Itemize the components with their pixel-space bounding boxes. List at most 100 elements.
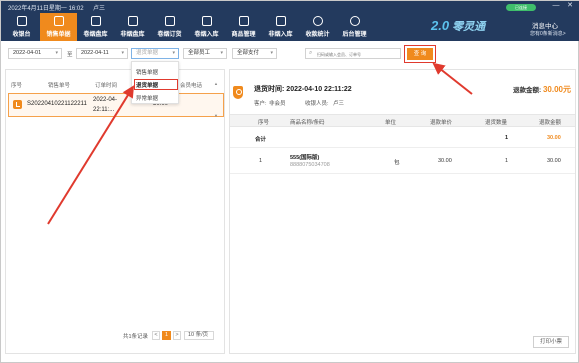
nav-item-payment-stats[interactable]: 收款统计 [299, 13, 336, 41]
current-user-label: 卢三 [93, 6, 106, 12]
top-bar: 2022年4月11日星期一 16:02 卢三 已连接 — ✕ 收银台 销售单据 … [1, 1, 579, 41]
column-header-unit-price: 退款单价 [430, 120, 453, 126]
page-size-select[interactable]: 10 条/页 [184, 331, 214, 340]
nav-item-label: 非烟盘库 [120, 32, 145, 38]
non-cigarette-stock-icon [127, 16, 138, 26]
nav-item-goods[interactable]: 商品管理 [225, 13, 262, 41]
print-receipt-button[interactable]: 打印小票 [533, 336, 569, 348]
product-barcode: 8888075034708 [290, 162, 330, 168]
chevron-down-icon: ▾ [220, 50, 223, 56]
return-order-icon [233, 86, 243, 99]
chevron-down-icon: ▾ [270, 50, 273, 56]
list-scrollbar[interactable]: ▲ ▼ [213, 81, 219, 119]
refund-amount: 退款金额: 30.00元 [513, 84, 571, 95]
annotation-highlight-box [404, 45, 436, 63]
product-name: 555(国际版) [290, 155, 320, 161]
cashier-value: 卢三 [333, 101, 345, 107]
search-box[interactable]: ⌕ [305, 48, 401, 59]
title-bar: 2022年4月11日星期一 16:02 卢三 已连接 — ✕ [1, 1, 579, 12]
minimize-button[interactable]: — [552, 2, 560, 10]
date-from-value: 2022-04-01 [13, 50, 42, 56]
annotation-highlight-box [134, 79, 178, 90]
pager-prev-button[interactable]: < [152, 331, 160, 340]
nav-item-label: 卷烟订货 [157, 32, 182, 38]
nav-item-label: 卷烟盘库 [83, 32, 108, 38]
app-window: 2022年4月11日星期一 16:02 卢三 已连接 — ✕ 收银台 销售单据 … [0, 0, 579, 363]
summary-qty: 1 [505, 135, 509, 141]
search-input[interactable] [317, 50, 399, 58]
row-index: 1 [259, 158, 263, 164]
divider [230, 147, 575, 148]
dropdown-option-abnormal[interactable]: 异常单据 [136, 94, 158, 102]
nav-item-label: 后台管理 [342, 32, 367, 38]
chevron-down-icon: ▾ [55, 50, 58, 56]
cash-register-icon [16, 16, 27, 26]
message-center-link[interactable]: 消息中心 [532, 20, 558, 30]
return-time-value: 2022-04-10 22:11:22 [286, 86, 352, 93]
doc-type-value: 退货单据 [136, 50, 159, 56]
main-nav: 收银台 销售单据 卷烟盘库 非烟盘库 卷烟订货 卷烟入库 商品管理 非烟入库 收… [3, 13, 373, 41]
pager-total: 共1条记录 [123, 334, 149, 340]
return-time-label: 退货时间: [254, 86, 285, 93]
nav-item-cigarette-inbound[interactable]: 卷烟入库 [188, 13, 225, 41]
column-header-order-time: 订单时间 [95, 83, 118, 89]
pager-next-button[interactable]: > [173, 331, 181, 340]
nav-item-cigarette-order[interactable]: 卷烟订货 [151, 13, 188, 41]
pie-chart-icon [312, 16, 323, 26]
product-unit: 包 [394, 160, 400, 166]
sales-doc-icon [53, 16, 64, 26]
column-header-index: 序号 [258, 120, 270, 126]
date-to-value: 2022-04-11 [81, 50, 109, 56]
order-number: S20220410221122211 [27, 101, 87, 107]
nav-item-cigarette-stock[interactable]: 卷烟盘库 [77, 13, 114, 41]
dropdown-option-sales[interactable]: 销售单据 [136, 68, 158, 76]
order-time: 2022-04- [93, 97, 118, 103]
nav-item-non-cigarette-stock[interactable]: 非烟盘库 [114, 13, 151, 41]
brand-logo: 2.0 零灵通 [431, 18, 485, 34]
nav-item-cashier[interactable]: 收银台 [3, 13, 40, 41]
network-status-badge: 已连接 [506, 4, 536, 11]
summary-amount: 30.00 [547, 135, 561, 141]
datetime-label: 2022年4月11日星期一 16:02 [8, 6, 84, 12]
customer-value: 非会员 [269, 101, 286, 107]
cigarette-inbound-icon [201, 16, 212, 26]
column-header-index: 序号 [11, 83, 23, 89]
cigarette-order-icon [164, 16, 175, 26]
payment-select[interactable]: 全部支付 ▾ [232, 48, 277, 59]
product-price: 30.00 [438, 158, 452, 164]
column-header-member-phone: 会员电话 [180, 83, 203, 89]
goods-icon [238, 16, 249, 26]
product-amount: 30.00 [547, 158, 561, 164]
nav-item-sales-docs[interactable]: 销售单据 [40, 13, 77, 41]
doc-type-select[interactable]: 退货单据 ▾ [131, 48, 179, 59]
chevron-down-icon: ▾ [121, 50, 124, 56]
divider [230, 173, 575, 174]
staff-select[interactable]: 全部员工 ▾ [183, 48, 227, 59]
date-from-field[interactable]: 2022-04-01 ▾ [8, 48, 62, 59]
nav-item-label: 收款统计 [305, 32, 330, 38]
cigarette-stock-icon [90, 16, 101, 26]
close-button[interactable]: ✕ [566, 2, 574, 10]
pager-current-page[interactable]: 1 [162, 331, 171, 340]
nav-item-label: 卷烟入库 [194, 32, 219, 38]
gear-icon [349, 16, 360, 26]
scroll-up-icon[interactable]: ▲ [213, 81, 219, 86]
order-detail-panel [229, 69, 576, 354]
scroll-down-icon[interactable]: ▼ [213, 113, 219, 118]
refund-amount-label: 退款金额: [513, 87, 542, 94]
payment-value: 全部支付 [237, 50, 260, 56]
column-header-return-qty: 退货数量 [485, 120, 508, 126]
nav-item-non-cigarette-inbound[interactable]: 非烟入库 [262, 13, 299, 41]
new-messages-link[interactable]: 您有0条新消息> [530, 30, 566, 37]
nav-item-label: 收银台 [12, 32, 31, 38]
chevron-down-icon: ▾ [172, 50, 175, 56]
date-range-separator: 至 [67, 52, 73, 58]
date-to-field[interactable]: 2022-04-11 ▾ [76, 48, 128, 59]
customer-label: 客户: [254, 101, 267, 107]
logo-number: 2.0 [431, 18, 450, 33]
nav-item-admin[interactable]: 后台管理 [336, 13, 373, 41]
return-badge-icon [13, 100, 22, 109]
column-header-refund-amount: 退款金额 [539, 120, 562, 126]
non-cigarette-inbound-icon [275, 16, 286, 26]
order-time-cont: 22:11:... [93, 107, 115, 113]
